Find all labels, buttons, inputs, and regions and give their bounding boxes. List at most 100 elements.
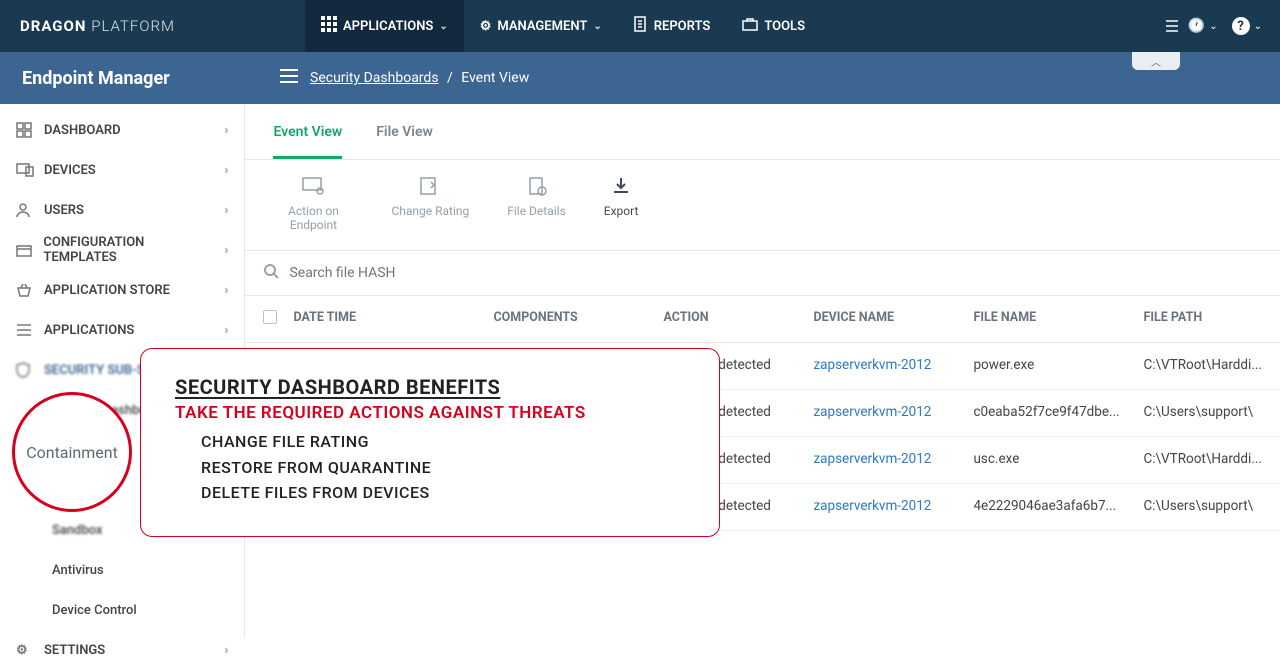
tool-change-rating[interactable]: Change Rating [391, 174, 469, 232]
cell-device[interactable]: zapserverkvm-2012 [813, 357, 973, 375]
nav-label: APPLICATIONS [343, 19, 433, 34]
sidebar-item-label: APPLICATION STORE [44, 283, 170, 298]
nav-label: TOOLS [764, 19, 805, 34]
gear-icon: ⚙ [480, 19, 492, 34]
tab-event-view[interactable]: Event View [273, 124, 342, 159]
col-filename[interactable]: FILE NAME [973, 310, 1143, 328]
sidebar-item-label: DASHBOARD [44, 123, 121, 138]
callout-bullets: CHANGE FILE RATING RESTORE FROM QUARANTI… [175, 429, 689, 506]
sidebar-item-label: USERS [44, 203, 84, 218]
col-components[interactable]: COMPONENTS [493, 310, 663, 328]
sidebar-item-app-store[interactable]: APPLICATION STORE › [0, 270, 244, 310]
sidebar-sub-antivirus[interactable]: Antivirus [0, 550, 244, 590]
col-action[interactable]: ACTION [663, 310, 813, 328]
chevron-down-icon: ⌄ [439, 21, 447, 32]
chevron-up-icon: ︿ [1151, 54, 1161, 69]
gear-icon: ⚙ [16, 643, 34, 658]
cell-filepath: C:\Users\support\ [1143, 404, 1262, 422]
nav-tools[interactable]: TOOLS [726, 0, 821, 52]
sidebar-item-applications[interactable]: APPLICATIONS › [0, 310, 244, 350]
cell-filename: c0eaba52f7ce9f47dbe... [973, 404, 1143, 422]
chevron-right-icon: › [225, 243, 229, 258]
sidebar-sub-device-control[interactable]: Device Control [0, 590, 244, 630]
tool-file-details[interactable]: File Details [507, 174, 566, 232]
chevron-right-icon: › [225, 203, 229, 218]
dashboard-icon [16, 122, 34, 138]
top-right: 🕐 ⌄ ? ⌄ [1166, 17, 1280, 35]
breadcrumb-sep: / [447, 70, 453, 86]
chevron-right-icon: › [225, 163, 229, 178]
breadcrumb: Security Dashboards / Event View [310, 70, 529, 86]
brand: DRAGON PLATFORM [0, 17, 195, 35]
app-title-block: Endpoint Manager [0, 52, 258, 104]
cell-filename: power.exe [973, 357, 1143, 375]
sidebar-item-dashboard[interactable]: DASHBOARD › [0, 110, 244, 150]
breadcrumb-root[interactable]: Security Dashboards [310, 70, 439, 86]
lens-label: Containment [26, 443, 118, 462]
chevron-right-icon: › [225, 283, 229, 298]
chevron-down-icon: ⌄ [593, 21, 601, 32]
sidebar-item-label: Antivirus [52, 563, 104, 578]
col-filepath[interactable]: FILE PATH [1143, 310, 1262, 328]
rating-icon [419, 174, 441, 198]
nav-reports[interactable]: REPORTS [618, 0, 727, 52]
cell-filepath: C:\VTRoot\Harddi... [1143, 357, 1262, 375]
tool-action-endpoint[interactable]: Action on Endpoint [273, 174, 353, 232]
chevron-right-icon: › [225, 643, 229, 658]
callout-subtitle: TAKE THE REQUIRED ACTIONS AGAINST THREAT… [175, 403, 689, 423]
nav-label: MANAGEMENT [497, 19, 587, 34]
sidebar-item-label: SETTINGS [44, 643, 105, 658]
tool-label: File Details [507, 204, 566, 218]
chevron-down-icon: ⌄ [1209, 21, 1217, 32]
sidebar-item-users[interactable]: USERS › [0, 190, 244, 230]
search-bar [245, 251, 1280, 296]
schedule-menu[interactable]: 🕐 ⌄ [1166, 18, 1218, 34]
brand-part2: PLATFORM [91, 17, 175, 35]
chevron-right-icon: › [225, 323, 229, 338]
search-input[interactable] [289, 265, 1262, 281]
sidebar-item-label: CONFIGURATION TEMPLATES [43, 235, 214, 265]
shield-icon [16, 362, 34, 378]
cell-device[interactable]: zapserverkvm-2012 [813, 404, 973, 422]
nav-management[interactable]: ⚙ MANAGEMENT ⌄ [464, 0, 618, 52]
cell-filepath: C:\Users\support\ [1143, 498, 1262, 516]
callout-title: SECURITY DASHBOARD BENEFITS [175, 375, 689, 399]
file-details-icon [527, 174, 547, 198]
chevron-right-icon: › [225, 123, 229, 138]
sidebar-item-label: APPLICATIONS [44, 323, 134, 338]
col-datetime[interactable]: DATE TIME [293, 310, 493, 328]
sidebar-item-label: Device Control [52, 603, 137, 618]
sidebar-item-settings[interactable]: ⚙ SETTINGS › [0, 630, 244, 670]
sidebar-item-label: DEVICES [44, 163, 96, 178]
hamburger-icon[interactable] [280, 69, 298, 87]
tool-export[interactable]: Export [604, 174, 639, 232]
breadcrumb-current: Event View [461, 70, 529, 86]
app-title: Endpoint Manager [22, 68, 170, 89]
callout-bullet: RESTORE FROM QUARANTINE [201, 455, 689, 481]
endpoint-icon [301, 174, 325, 198]
user-icon [16, 202, 34, 218]
top-nav: APPLICATIONS ⌄ ⚙ MANAGEMENT ⌄ REPORTS TO… [305, 0, 821, 52]
cell-device[interactable]: zapserverkvm-2012 [813, 498, 973, 516]
sidebar-item-devices[interactable]: DEVICES › [0, 150, 244, 190]
search-icon [263, 263, 279, 283]
help-menu[interactable]: ? ⌄ [1232, 17, 1262, 35]
template-icon [16, 243, 33, 257]
tab-file-view[interactable]: File View [376, 124, 433, 159]
cell-filename: usc.exe [973, 451, 1143, 469]
tab-bar: Event View File View [245, 104, 1280, 160]
sidebar-item-config-templates[interactable]: CONFIGURATION TEMPLATES › [0, 230, 244, 270]
nav-applications[interactable]: APPLICATIONS ⌄ [305, 0, 464, 52]
col-device[interactable]: DEVICE NAME [813, 310, 973, 328]
export-icon [611, 174, 631, 198]
document-icon [634, 16, 648, 36]
breadcrumb-bar: Security Dashboards / Event View ︿ [258, 52, 1280, 104]
chevron-down-icon: ⌄ [1254, 21, 1262, 32]
tool-label: Change Rating [391, 204, 469, 218]
list-icon [16, 323, 34, 337]
cell-device[interactable]: zapserverkvm-2012 [813, 451, 973, 469]
collapse-handle[interactable]: ︿ [1132, 52, 1180, 70]
grid-icon [321, 16, 337, 36]
nav-label: REPORTS [654, 19, 711, 34]
checkbox[interactable] [263, 310, 277, 324]
